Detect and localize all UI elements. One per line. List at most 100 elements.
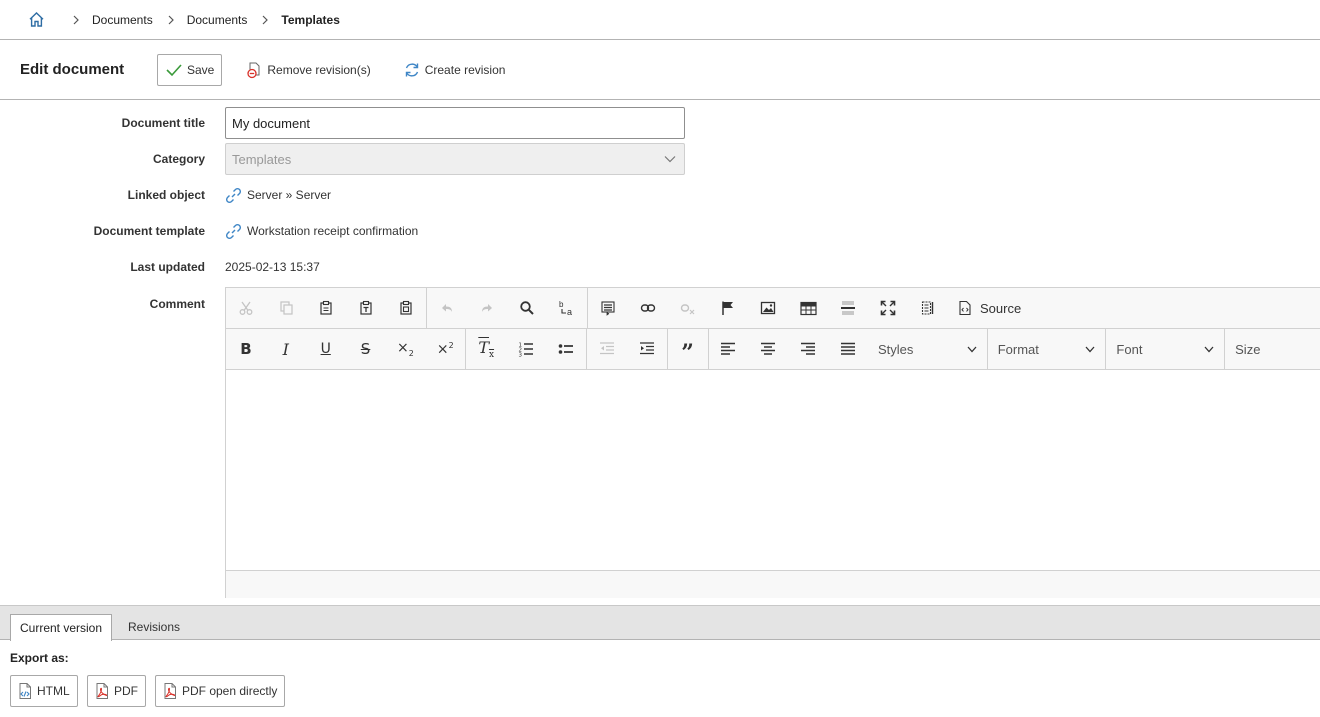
undo-icon[interactable]	[427, 288, 467, 328]
document-template-value[interactable]: Workstation receipt confirmation	[225, 221, 418, 241]
export-pdf-direct-button[interactable]: PDF open directly	[155, 675, 286, 707]
numbered-list-icon[interactable]: 123	[506, 329, 546, 369]
chevron-down-icon	[1204, 346, 1214, 352]
link-tool-icon[interactable]	[628, 288, 668, 328]
linked-object-value[interactable]: Server » Server	[225, 185, 331, 205]
bold-icon[interactable]: B	[226, 329, 266, 369]
link-icon	[225, 223, 242, 239]
breadcrumb-item-documents[interactable]: Documents	[92, 13, 153, 27]
bulleted-list-icon[interactable]	[546, 329, 586, 369]
refresh-icon	[405, 62, 418, 77]
document-title-row: Document title	[0, 107, 205, 139]
document-title-label: Document title	[121, 116, 205, 130]
linked-object-label: Linked object	[127, 188, 205, 202]
font-dropdown[interactable]: Font	[1105, 329, 1224, 369]
format-dropdown[interactable]: Format	[986, 329, 1106, 369]
export-pdf-direct-label: PDF open directly	[182, 684, 278, 698]
export-html-label: HTML	[37, 684, 70, 698]
chevron-right-icon	[67, 15, 85, 25]
align-center-icon[interactable]	[748, 329, 788, 369]
horizontal-line-icon[interactable]	[828, 288, 868, 328]
tab-revisions[interactable]: Revisions	[119, 614, 189, 640]
redo-icon[interactable]	[467, 288, 507, 328]
format-dropdown-label: Format	[997, 341, 1039, 357]
save-button[interactable]: Save	[157, 53, 223, 86]
outdent-icon[interactable]	[587, 329, 627, 369]
size-dropdown[interactable]: Size	[1224, 329, 1320, 369]
linked-object-text: Server » Server	[247, 188, 332, 202]
breadcrumb: Documents Documents Templates	[0, 0, 1320, 40]
home-icon[interactable]	[26, 10, 46, 30]
font-dropdown-label: Font	[1116, 341, 1143, 357]
document-template-label: Document template	[93, 224, 205, 238]
html-file-icon	[19, 683, 31, 699]
copy-icon[interactable]	[266, 288, 306, 328]
styles-dropdown[interactable]: Styles	[868, 329, 987, 369]
superscript-icon[interactable]: ×2	[425, 329, 465, 369]
maximize-icon[interactable]	[868, 288, 908, 328]
editor-content-area[interactable]	[226, 370, 1320, 570]
paste-word-icon[interactable]	[386, 288, 426, 328]
unlink-icon[interactable]	[668, 288, 708, 328]
chevron-right-icon	[162, 15, 180, 25]
document-template-text: Workstation receipt confirmation	[247, 224, 419, 238]
source-button[interactable]: Source	[948, 300, 1021, 316]
find-icon[interactable]	[507, 288, 547, 328]
align-left-icon[interactable]	[709, 329, 749, 369]
category-select-value: Templates	[232, 151, 292, 167]
tab-bar: Current version Revisions	[0, 605, 1320, 641]
remove-format-icon[interactable]: Tx	[466, 329, 506, 369]
document-title-input[interactable]	[225, 107, 685, 139]
remove-document-icon	[247, 62, 260, 78]
select-all-icon[interactable]	[588, 288, 628, 328]
export-html-button[interactable]: HTML	[10, 675, 78, 707]
paste-text-icon[interactable]	[346, 288, 386, 328]
remove-revisions-label: Remove revision(s)	[267, 62, 371, 77]
export-pdf-button[interactable]: PDF	[87, 675, 146, 707]
table-icon[interactable]	[788, 288, 828, 328]
indent-icon[interactable]	[627, 329, 667, 369]
breadcrumb-item-documents-2[interactable]: Documents	[187, 13, 248, 27]
svg-text:b: b	[559, 300, 564, 309]
link-icon	[225, 187, 242, 203]
cut-icon[interactable]	[226, 288, 266, 328]
category-label: Category	[152, 152, 205, 166]
align-right-icon[interactable]	[788, 329, 828, 369]
check-icon	[166, 63, 182, 76]
strikethrough-icon[interactable]: S	[346, 329, 386, 369]
document-template-row: Document template	[0, 221, 205, 241]
breadcrumb-item-templates: Templates	[281, 12, 340, 27]
svg-text:a: a	[567, 307, 572, 317]
category-select[interactable]: Templates	[225, 143, 685, 175]
remove-revisions-button[interactable]: Remove revision(s)	[238, 54, 378, 86]
chevron-right-icon	[256, 15, 274, 25]
replace-icon[interactable]: ba	[547, 288, 587, 328]
pdf-file-icon	[96, 683, 108, 699]
create-revision-label: Create revision	[424, 62, 506, 77]
linked-object-row: Linked object	[0, 185, 205, 205]
show-blocks-icon[interactable]	[908, 288, 948, 328]
anchor-flag-icon[interactable]	[708, 288, 748, 328]
comment-label: Comment	[149, 297, 205, 311]
comment-row: Comment	[0, 294, 205, 314]
create-revision-button[interactable]: Create revision	[395, 54, 514, 86]
editor-toolbar-row-2: B I U S ×2 ×2 Tx 123 ” Styles Format Fon…	[226, 328, 1320, 370]
paste-icon[interactable]	[306, 288, 346, 328]
svg-text:3: 3	[519, 353, 523, 358]
subscript-icon[interactable]: ×2	[386, 329, 426, 369]
underline-icon[interactable]: U	[306, 329, 346, 369]
comment-editor: ba Source B I U S ×2 ×2 Tx 123 ” Styles …	[225, 287, 1320, 598]
size-dropdown-label: Size	[1235, 341, 1261, 357]
chevron-down-icon	[664, 156, 676, 163]
editor-toolbar-row-1: ba Source	[226, 287, 1320, 329]
last-updated-row: Last updated	[0, 257, 205, 277]
export-label: Export as:	[10, 651, 69, 665]
tab-current-version[interactable]: Current version	[10, 614, 113, 641]
justify-icon[interactable]	[828, 329, 868, 369]
category-row: Category	[0, 143, 205, 175]
last-updated-label: Last updated	[130, 260, 205, 274]
image-icon[interactable]	[748, 288, 788, 328]
blockquote-icon[interactable]: ”	[668, 329, 708, 369]
italic-icon[interactable]: I	[266, 329, 306, 369]
source-button-label: Source	[980, 300, 1022, 316]
